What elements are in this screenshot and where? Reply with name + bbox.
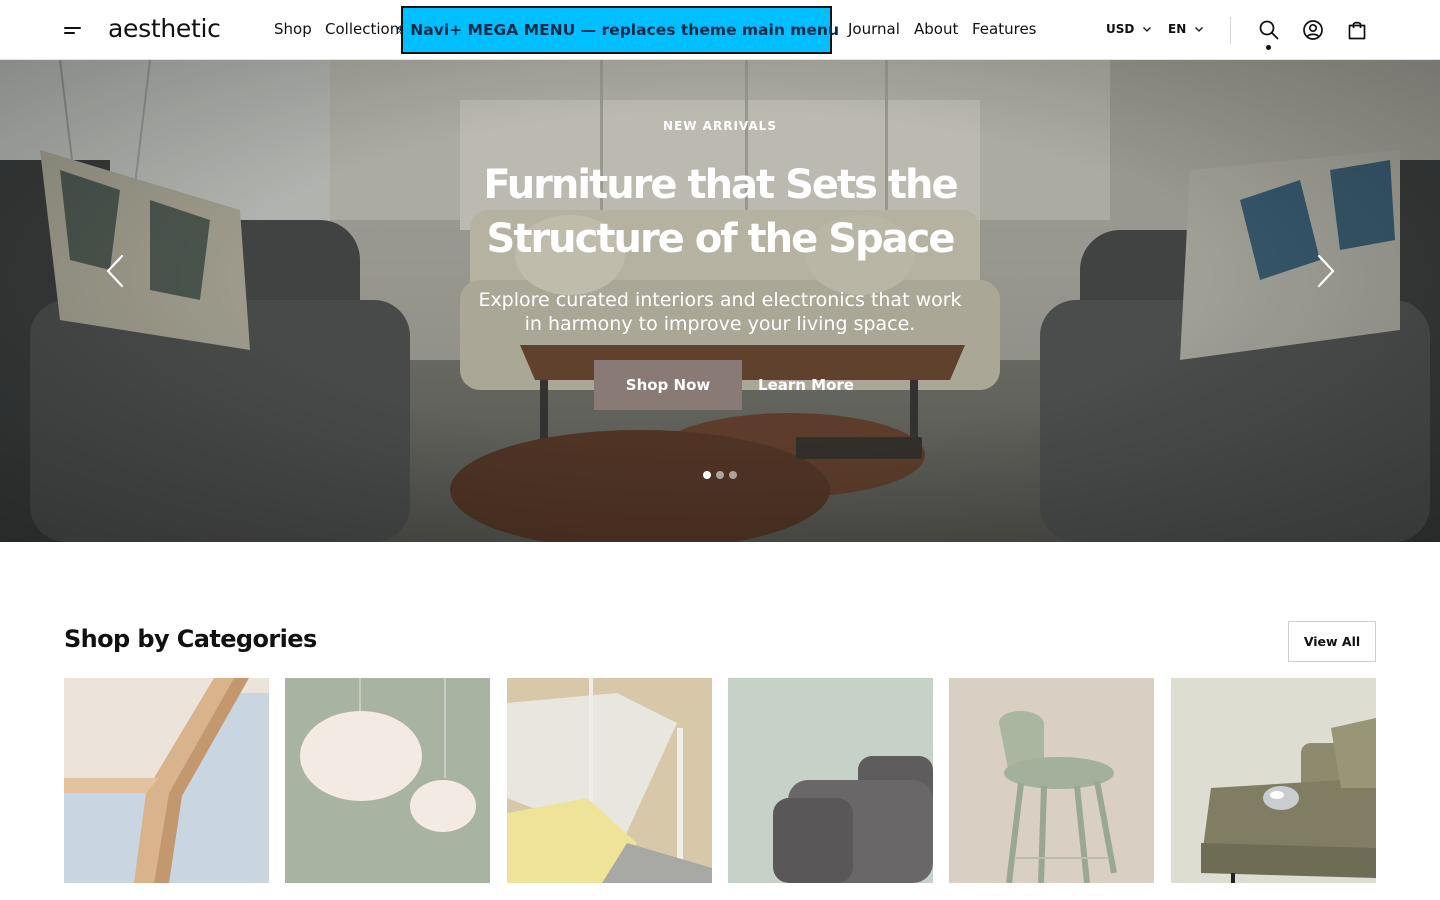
slider-dot-2[interactable] [716,471,724,479]
currency-value: USD [1106,22,1135,36]
category-tile-desks[interactable] [507,678,712,883]
category-tile-sofas[interactable] [728,678,933,883]
currency-selector[interactable]: USD [1106,22,1152,36]
account-icon[interactable] [1301,18,1325,42]
chevron-right-icon[interactable] [1314,253,1338,289]
nav-item-shop[interactable]: Shop [274,20,312,38]
table-image [64,678,269,883]
view-all-button[interactable]: View All [1288,621,1376,662]
category-tile-chairs[interactable] [949,678,1154,883]
categories-title: Shop by Categories [64,625,317,653]
slider-pagination [703,471,737,479]
chevron-down-icon [1143,27,1152,32]
nav-item-features[interactable]: Features [972,20,1037,38]
bar-stool-image [949,678,1154,883]
language-selector[interactable]: EN [1168,22,1204,36]
slider-dot-1[interactable] [703,471,711,479]
language-value: EN [1168,22,1187,36]
header-divider [1230,17,1231,44]
nav-item-about[interactable]: About [914,20,958,38]
sofa-accessory-image [1171,678,1376,883]
cart-icon[interactable] [1345,18,1369,42]
pendant-lamp-image [285,678,490,883]
chevron-down-icon [1195,27,1204,32]
site-header: aesthetic Shop Collections ⚡ Navi+ MEGA … [0,0,1440,60]
mega-menu-button[interactable]: ⚡ Navi+ MEGA MENU — replaces theme main … [394,6,839,54]
nav-item-journal[interactable]: Journal [848,20,900,38]
learn-more-button[interactable]: Learn More [750,360,862,410]
hero-subtitle: Explore curated interiors and electronic… [478,289,962,335]
desk-lamp-image [507,678,712,883]
sofa-image [728,678,933,883]
hero-slider: NEW ARRIVALS Furniture that Sets the Str… [0,60,1440,542]
search-icon[interactable] [1257,18,1281,42]
category-tile-lighting[interactable] [285,678,490,883]
category-tile-accessories[interactable] [1171,678,1376,883]
category-tile-tables[interactable] [64,678,269,883]
shop-now-button[interactable]: Shop Now [594,360,742,410]
logo[interactable]: aesthetic [108,14,221,43]
hero-title: Furniture that Sets the Structure of the… [483,162,958,262]
search-active-indicator [1266,45,1271,50]
menu-icon[interactable] [60,18,84,42]
slider-dot-3[interactable] [729,471,737,479]
chevron-left-icon[interactable] [103,253,127,289]
hero-eyebrow: NEW ARRIVALS [663,119,777,133]
